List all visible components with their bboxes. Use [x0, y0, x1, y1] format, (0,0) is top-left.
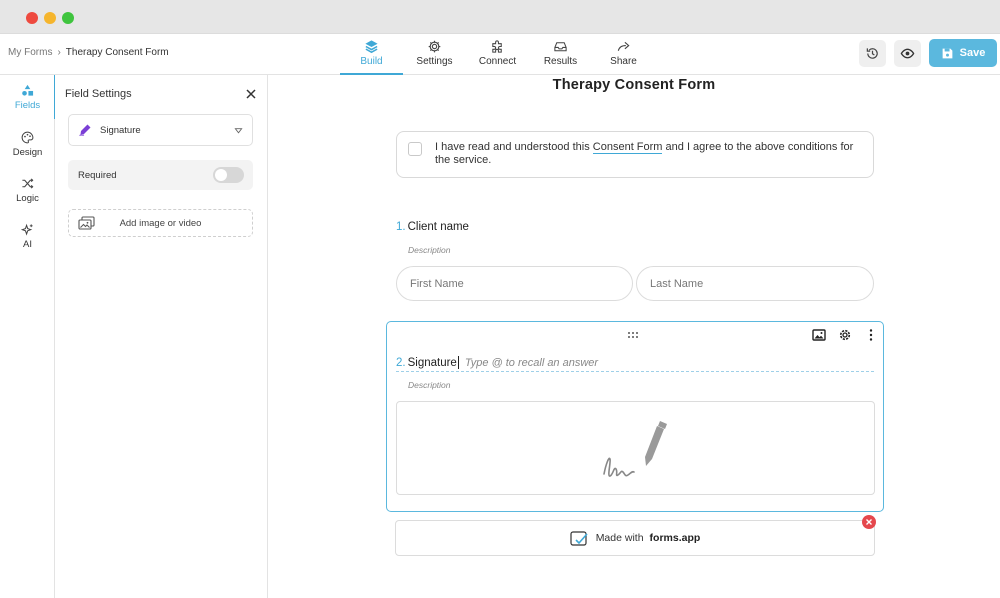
form-title[interactable]: Therapy Consent Form [268, 77, 1000, 93]
gallery-icon [78, 216, 95, 230]
puzzle-icon [492, 40, 502, 53]
history-icon [866, 47, 878, 59]
top-bar: My Forms › Therapy Consent Form Build Se… [0, 34, 1000, 75]
required-toggle[interactable] [213, 167, 244, 183]
left-rail: Fields Design Logic AI [0, 75, 56, 598]
signature-question-title-input[interactable]: 2. Signature Type @ to recall an answer [396, 354, 874, 372]
tab-results-label: Results [543, 56, 578, 67]
add-image-or-video-button[interactable]: Add image or video [68, 209, 253, 237]
signature-pen-icon [603, 421, 667, 477]
remove-branding-button[interactable] [862, 515, 876, 529]
tab-build-label: Build [360, 56, 383, 67]
inbox-icon [554, 42, 567, 52]
tab-settings[interactable]: Settings [403, 34, 466, 75]
image-icon[interactable] [812, 328, 826, 342]
minimize-window-button[interactable] [44, 12, 56, 24]
consent-form-link[interactable]: Consent Form [592, 141, 663, 154]
required-label: Required [78, 169, 117, 181]
recall-placeholder: Type @ to recall an answer [464, 356, 599, 369]
signature-pad[interactable] [396, 401, 875, 495]
maximize-window-button[interactable] [62, 12, 74, 24]
breadcrumb: My Forms › Therapy Consent Form [8, 47, 169, 58]
first-name-input[interactable]: First Name [396, 266, 633, 301]
rail-item-ai[interactable]: AI [0, 214, 55, 258]
consent-checkbox[interactable] [408, 142, 422, 156]
main-tabs: Build Settings Connect Results Share [340, 34, 655, 75]
gear-icon [428, 40, 441, 53]
signature-description[interactable]: Description [408, 380, 451, 390]
rail-item-design[interactable]: Design [0, 122, 55, 166]
gear-icon[interactable] [838, 328, 852, 342]
palette-icon [21, 131, 34, 143]
close-window-button[interactable] [26, 12, 38, 24]
more-vertical-icon[interactable] [864, 328, 878, 342]
field-type-select[interactable]: Signature [68, 114, 253, 146]
app-window: My Forms › Therapy Consent Form Build Se… [0, 0, 1000, 598]
tab-results[interactable]: Results [529, 34, 592, 75]
signature-pen-icon [79, 124, 91, 136]
rail-item-fields-label: Fields [14, 99, 41, 111]
tab-share-label: Share [610, 56, 637, 67]
chevron-down-icon [234, 128, 243, 134]
floppy-disk-icon [942, 48, 953, 58]
rail-item-fields[interactable]: Fields [0, 75, 56, 119]
client-name-description[interactable]: Description [408, 245, 451, 255]
consent-text-before: I have read and understood this [435, 141, 593, 153]
rail-item-logic[interactable]: Logic [0, 168, 55, 212]
field-type-label: Signature [100, 124, 141, 136]
save-button[interactable]: Save [929, 39, 997, 67]
rail-item-design-label: Design [12, 146, 43, 158]
shuffle-icon [22, 177, 34, 189]
shapes-icon [22, 84, 34, 96]
last-name-input[interactable]: Last Name [636, 266, 874, 301]
rail-item-logic-label: Logic [16, 192, 39, 204]
tab-connect[interactable]: Connect [466, 34, 529, 75]
consent-text: I have read and understood this Consent … [435, 141, 855, 167]
eye-icon [900, 48, 915, 58]
share-arrow-icon [617, 41, 630, 51]
close-icon[interactable] [245, 88, 257, 100]
signature-question-card[interactable]: 2. Signature Type @ to recall an answer De… [386, 321, 884, 512]
form-canvas: Therapy Consent Form I have read and und… [268, 75, 1000, 598]
consent-question[interactable]: I have read and understood this Consent … [396, 131, 874, 178]
layers-icon [365, 40, 378, 54]
required-row: Required [68, 160, 253, 190]
history-button[interactable] [859, 39, 886, 67]
field-settings-panel: Field Settings Signature Required Add im… [55, 75, 268, 598]
question-label: Client name [407, 221, 469, 233]
client-name-question-label[interactable]: 1. Client name [396, 221, 469, 233]
window-titlebar [0, 0, 1000, 34]
question-number: 1. [396, 221, 406, 233]
breadcrumb-my-forms[interactable]: My Forms [8, 47, 52, 58]
breadcrumb-current: Therapy Consent Form [65, 47, 169, 58]
preview-button[interactable] [894, 39, 921, 67]
tab-share[interactable]: Share [592, 34, 655, 75]
branding-name: forms.app [649, 532, 701, 544]
forms-app-logo-icon [570, 530, 588, 546]
sparkles-icon [21, 223, 33, 236]
add-media-label: Add image or video [119, 217, 202, 229]
branding-prefix: Made with [595, 532, 644, 544]
breadcrumb-separator: › [57, 47, 61, 58]
top-actions: Save [859, 39, 997, 67]
tab-settings-label: Settings [416, 56, 453, 67]
question-label: Signature [407, 356, 457, 369]
text-cursor [457, 356, 459, 369]
tab-connect-label: Connect [478, 56, 517, 67]
save-label: Save [959, 47, 986, 59]
panel-title: Field Settings [65, 88, 132, 100]
made-with-forms-app-badge[interactable]: Made with forms.app [395, 520, 875, 556]
card-toolbar [812, 328, 878, 342]
tab-build[interactable]: Build [340, 34, 403, 75]
question-number: 2. [396, 356, 406, 369]
close-icon [866, 519, 872, 525]
rail-item-ai-label: AI [23, 238, 32, 250]
drag-handle-icon[interactable] [627, 330, 639, 340]
